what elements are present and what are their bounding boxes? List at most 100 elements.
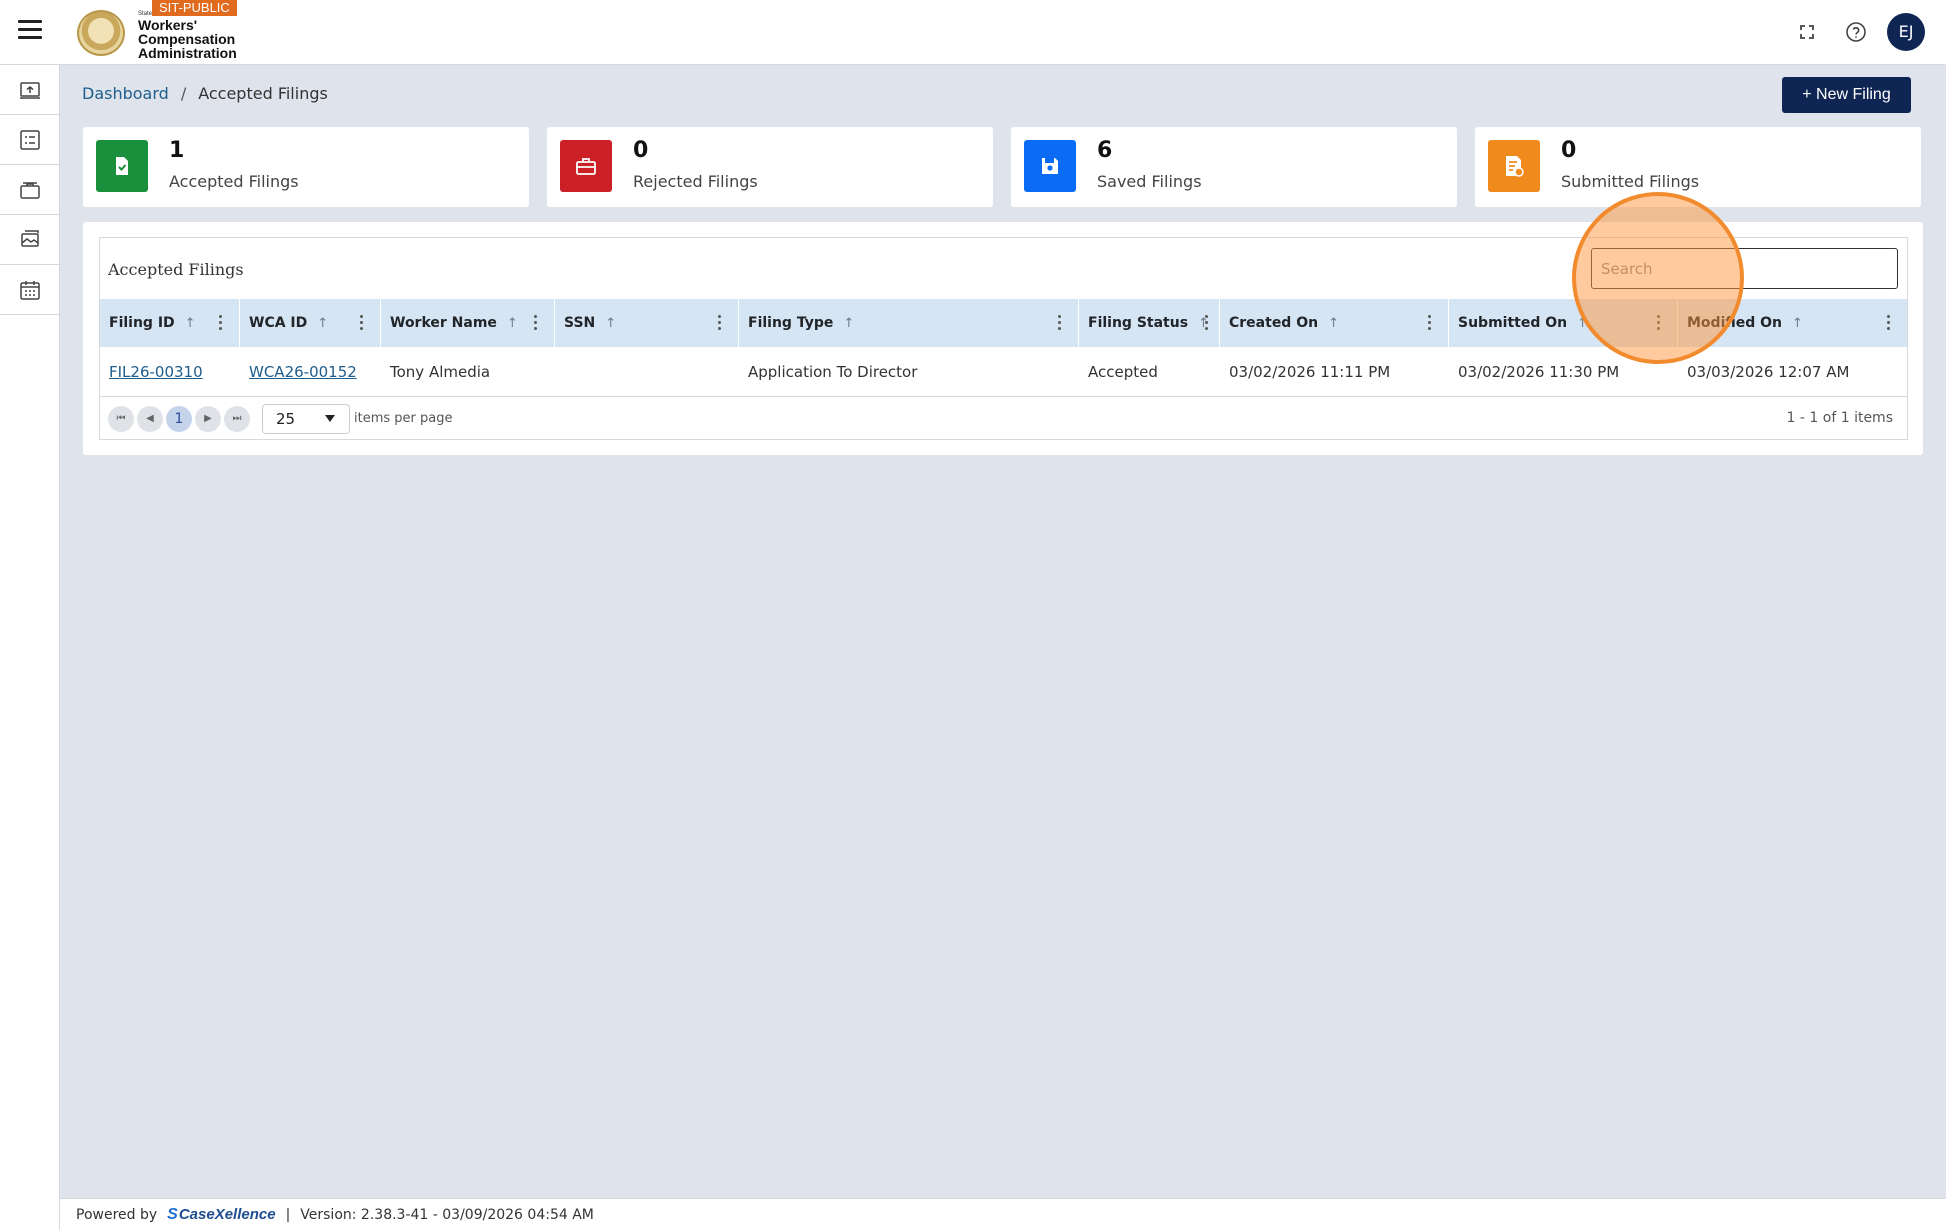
breadcrumb-dashboard-link[interactable]: Dashboard <box>82 84 169 103</box>
agency-name-line1: Workers' <box>138 17 198 33</box>
column-header-created-on[interactable]: Created On ↑ <box>1220 299 1449 347</box>
column-menu-icon[interactable] <box>1058 315 1062 331</box>
cell-worker-name: Tony Almedia <box>390 363 491 381</box>
stat-card-saved[interactable]: 6 Saved Filings <box>1011 127 1457 207</box>
sort-arrow-icon[interactable]: ↑ <box>1328 316 1339 331</box>
grid-title: Accepted Filings <box>108 260 244 279</box>
agency-name-line2: Compensation <box>138 31 236 47</box>
column-header-label: WCA ID <box>249 315 308 331</box>
stat-card-rejected[interactable]: 0 Rejected Filings <box>547 127 993 207</box>
nav-image-item[interactable] <box>0 215 59 265</box>
calendar-icon <box>19 280 40 300</box>
pager: ⏮ ◀ 1 ▶ ⏭ 25 items per page 1 - 1 of 1 i… <box>100 398 1907 439</box>
search-input[interactable] <box>1591 248 1898 289</box>
prev-page-icon[interactable]: ◀ <box>137 405 163 432</box>
new-filing-button[interactable]: + New Filing <box>1782 77 1911 113</box>
items-per-page-label: items per page <box>354 411 453 426</box>
file-check-icon <box>96 140 148 192</box>
left-nav-rail <box>0 65 60 1230</box>
cell-filing-id: FIL26-00310 <box>100 347 240 397</box>
version-text: Version: 2.38.3-41 - 03/09/2026 04:54 AM <box>300 1206 594 1223</box>
nav-calendar-item[interactable] <box>0 265 59 315</box>
column-header-ssn[interactable]: SSN ↑ <box>555 299 739 347</box>
sort-arrow-icon[interactable]: ↑ <box>185 316 196 331</box>
briefcase-icon <box>560 140 612 192</box>
column-header-submitted-on[interactable]: Submitted On ↑ <box>1449 299 1678 347</box>
stat-card-accepted[interactable]: 1 Accepted Filings <box>83 127 529 207</box>
column-header-label: Modified On <box>1687 315 1783 331</box>
cell-modified-on: 03/03/2026 12:07 AM <box>1687 363 1850 381</box>
powered-by-label: Powered by <box>76 1206 158 1223</box>
column-menu-icon[interactable] <box>219 315 223 331</box>
cell-filing-type: Application To Director <box>748 363 918 381</box>
column-header-worker-name[interactable]: Worker Name ↑ <box>381 299 555 347</box>
last-page-icon[interactable]: ⏭ <box>224 405 250 432</box>
sort-arrow-icon[interactable]: ↑ <box>843 316 854 331</box>
column-menu-icon[interactable] <box>1887 315 1891 331</box>
page-size-value: 25 <box>276 409 296 428</box>
column-header-modified-on[interactable]: Modified On ↑ <box>1678 299 1907 347</box>
column-header-label: Submitted On <box>1458 315 1568 331</box>
page-number-button[interactable]: 1 <box>166 405 192 432</box>
stat-label: Submitted Filings <box>1561 172 1700 191</box>
submitted-file-icon <box>1488 140 1540 192</box>
first-page-icon[interactable]: ⏮ <box>108 405 134 432</box>
column-menu-icon[interactable] <box>360 315 364 331</box>
column-header-label: Worker Name <box>390 315 497 331</box>
agency-name-line3: Administration <box>138 45 237 61</box>
column-header-label: Filing Type <box>748 315 834 331</box>
table-row[interactable]: FIL26-00310 WCA26-00152 Tony Almedia App… <box>100 347 1907 397</box>
sort-arrow-icon[interactable]: ↑ <box>317 316 328 331</box>
next-page-icon[interactable]: ▶ <box>195 405 221 432</box>
upload-icon <box>19 81 40 99</box>
column-menu-icon[interactable] <box>1205 315 1209 331</box>
column-header-filing-type[interactable]: Filing Type ↑ <box>739 299 1079 347</box>
nav-briefcase-item[interactable] <box>0 165 59 215</box>
briefcase-icon <box>19 181 40 199</box>
list-icon <box>19 129 40 150</box>
column-menu-icon[interactable] <box>1428 315 1432 331</box>
page-size-select[interactable]: 25 <box>262 403 350 434</box>
filings-grid: Accepted Filings Filing ID ↑ WCA ID ↑ Work… <box>99 237 1908 440</box>
footer-separator: | <box>285 1206 291 1223</box>
column-header-wca-id[interactable]: WCA ID ↑ <box>240 299 381 347</box>
sort-arrow-icon[interactable]: ↑ <box>1792 316 1803 331</box>
column-header-filing-id[interactable]: Filing ID ↑ <box>100 299 240 347</box>
environment-badge: SIT-PUBLIC <box>152 0 237 16</box>
sort-arrow-icon[interactable]: ↑ <box>605 316 616 331</box>
top-bar: State Workers' Compensation Administrati… <box>0 0 1946 65</box>
breadcrumb-current: Accepted Filings <box>198 84 328 103</box>
hamburger-menu-icon[interactable] <box>18 20 42 40</box>
wca-id-link[interactable]: WCA26-00152 <box>249 363 357 381</box>
cell-created-on: 03/02/2026 11:11 PM <box>1229 363 1391 381</box>
fullscreen-icon[interactable] <box>1797 22 1817 42</box>
column-header-filing-status[interactable]: Filing Status ↑ <box>1079 299 1220 347</box>
help-icon[interactable] <box>1845 21 1867 43</box>
breadcrumb-separator: / <box>180 84 187 103</box>
stat-label: Rejected Filings <box>633 172 758 191</box>
column-header-label: Created On <box>1229 315 1319 331</box>
save-icon <box>1024 140 1076 192</box>
nav-list-item[interactable] <box>0 115 59 165</box>
nav-upload-item[interactable] <box>0 65 59 115</box>
user-avatar[interactable]: EJ <box>1887 13 1925 51</box>
sort-arrow-icon[interactable]: ↑ <box>1577 316 1588 331</box>
sort-arrow-icon[interactable]: ↑ <box>507 316 518 331</box>
state-seal-logo <box>77 10 125 56</box>
filing-id-link[interactable]: FIL26-00310 <box>109 363 203 381</box>
footer: Powered by SCaseXellence | Version: 2.38… <box>60 1198 1946 1230</box>
casexellence-logo: SCaseXellence <box>167 1206 275 1224</box>
stat-card-submitted[interactable]: 0 Submitted Filings <box>1475 127 1921 207</box>
cell-ssn <box>555 347 739 397</box>
pager-info: 1 - 1 of 1 items <box>1786 410 1893 426</box>
table-header: Filing ID ↑ WCA ID ↑ Worker Name ↑ SSN ↑ Fil… <box>100 299 1907 347</box>
column-menu-icon[interactable] <box>1657 315 1661 331</box>
column-menu-icon[interactable] <box>534 315 538 331</box>
stat-count: 0 <box>1561 138 1577 163</box>
filings-panel: Accepted Filings Filing ID ↑ WCA ID ↑ Work… <box>83 222 1923 455</box>
stat-label: Saved Filings <box>1097 172 1202 191</box>
column-menu-icon[interactable] <box>718 315 722 331</box>
column-header-label: Filing Status <box>1088 315 1189 331</box>
stat-count: 0 <box>633 138 649 163</box>
cell-filing-status: Accepted <box>1088 363 1158 381</box>
